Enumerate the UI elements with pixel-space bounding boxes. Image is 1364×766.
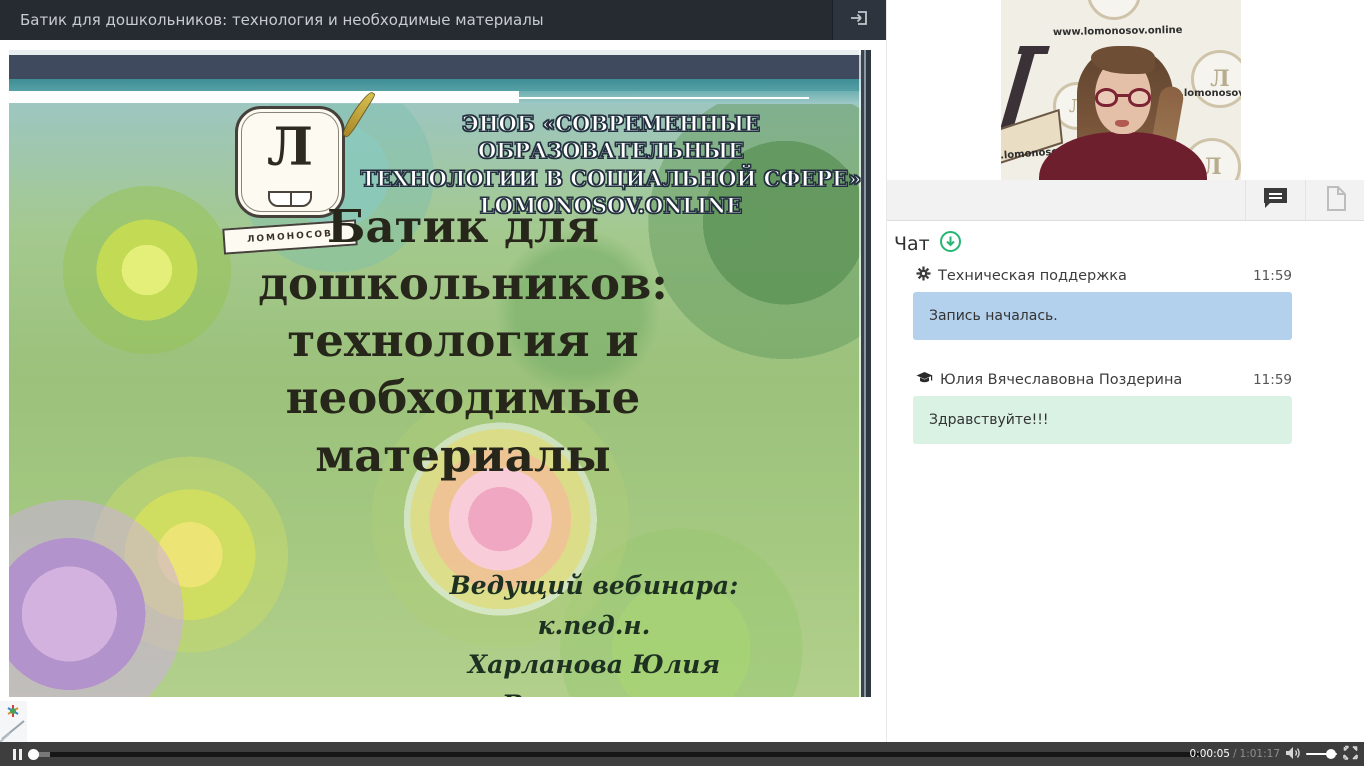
slide-teal-bar xyxy=(9,79,871,91)
slide: Л ЛОМОНОСОВ ЭНОБ «СОВРЕМЕННЫЕ ОБРАЗОВАТЕ… xyxy=(9,50,871,697)
pause-icon xyxy=(13,749,16,760)
message-author: Техническая поддержка xyxy=(938,268,1127,284)
titlebar: Батик для дошкольников: технология и нео… xyxy=(0,0,886,40)
slide-top-dark-bar xyxy=(9,55,871,79)
volume-icon xyxy=(1285,745,1301,764)
chat-panel: Чат xyxy=(887,222,1364,742)
presenter-webcam-video: Л Л Л www.lomonosov.online www.lomonosov… xyxy=(1001,0,1241,180)
message-time: 11:59 xyxy=(1253,372,1292,388)
banner-url-text: www.lomonosov.online xyxy=(1053,25,1183,38)
presenter-credit: Ведущий вебинара: к.пед.н. Харланова Юли… xyxy=(401,566,787,697)
message-bubble: Запись началась. xyxy=(913,292,1292,340)
player-controls: 0:00:05 / 1:01:17 xyxy=(0,742,1364,766)
side-panel-tabbar xyxy=(887,180,1364,221)
chat-message: Юлия Вячеславовна Поздерина 11:59 Здравс… xyxy=(913,370,1292,444)
fullscreen-button[interactable] xyxy=(1341,742,1359,766)
presenter-mouth xyxy=(1115,120,1129,127)
volume-handle[interactable] xyxy=(1326,749,1336,759)
chat-title: Чат xyxy=(894,233,930,255)
presenter-glasses xyxy=(1095,88,1151,108)
seek-handle[interactable] xyxy=(28,749,39,760)
pause-icon xyxy=(19,749,22,760)
org-line-2: ТЕХНОЛОГИИ В СОЦИАЛЬНОЙ СФЕРЕ» xyxy=(347,165,871,192)
file-icon xyxy=(1325,185,1347,216)
seek-bar[interactable] xyxy=(30,752,1202,757)
chat-message: Техническая поддержка 11:59 Запись начал… xyxy=(913,266,1292,340)
exit-button[interactable] xyxy=(832,0,886,40)
message-meta: Юлия Вячеславовна Поздерина 11:59 xyxy=(916,370,1292,389)
volume-slider[interactable] xyxy=(1306,753,1337,755)
slide-corner-thumbnail xyxy=(0,701,27,742)
slide-white-line xyxy=(519,97,809,99)
glasses-lens xyxy=(1128,88,1151,107)
exit-icon xyxy=(849,7,871,33)
webinar-app: Батик для дошкольников: технология и нео… xyxy=(0,0,1364,766)
logo-letter: Л xyxy=(238,117,342,178)
banner-logo-watermark: Л xyxy=(1191,50,1241,108)
side-panel: Л Л Л www.lomonosov.online www.lomonosov… xyxy=(886,0,1364,742)
tab-files[interactable] xyxy=(1305,180,1364,220)
volume-button[interactable] xyxy=(1283,742,1303,766)
tab-chat[interactable] xyxy=(1245,180,1305,220)
total-time: 1:01:17 xyxy=(1240,748,1280,760)
chat-bubble-icon xyxy=(1262,186,1289,214)
org-line-1: ЭНОБ «СОВРЕМЕННЫЕ ОБРАЗОВАТЕЛЬНЫЕ xyxy=(347,110,871,165)
gear-icon xyxy=(916,266,931,285)
glasses-bridge xyxy=(1117,94,1129,97)
message-bubble: Здравствуйте!!! xyxy=(913,396,1292,444)
fullscreen-icon xyxy=(1343,745,1358,764)
banner-logo-watermark xyxy=(1087,0,1141,20)
time-separator: / xyxy=(1233,748,1237,760)
presentation-video-stage[interactable]: Л ЛОМОНОСОВ ЭНОБ «СОВРЕМЕННЫЕ ОБРАЗОВАТЕ… xyxy=(0,40,886,742)
slide-title: Батик для дошкольников: технология и нео… xyxy=(247,198,679,484)
message-meta: Техническая поддержка 11:59 xyxy=(916,266,1292,285)
page-title: Батик для дошкольников: технология и нео… xyxy=(0,11,832,29)
graduation-cap-icon xyxy=(916,370,933,389)
time-display: 0:00:05 / 1:01:17 xyxy=(1189,742,1280,766)
current-time: 0:00:05 xyxy=(1189,748,1229,760)
presenter-body xyxy=(1039,132,1207,180)
chat-messages: Техническая поддержка 11:59 Запись начал… xyxy=(887,266,1364,444)
chat-header: Чат xyxy=(894,230,1364,257)
glasses-lens xyxy=(1095,88,1118,107)
webcam-zone: Л Л Л www.lomonosov.online www.lomonosov… xyxy=(887,0,1364,180)
message-time: 11:59 xyxy=(1253,268,1292,284)
message-author: Юлия Вячеславовна Поздерина xyxy=(940,372,1182,388)
download-chat-icon[interactable] xyxy=(939,230,962,257)
pause-button[interactable] xyxy=(8,742,26,766)
